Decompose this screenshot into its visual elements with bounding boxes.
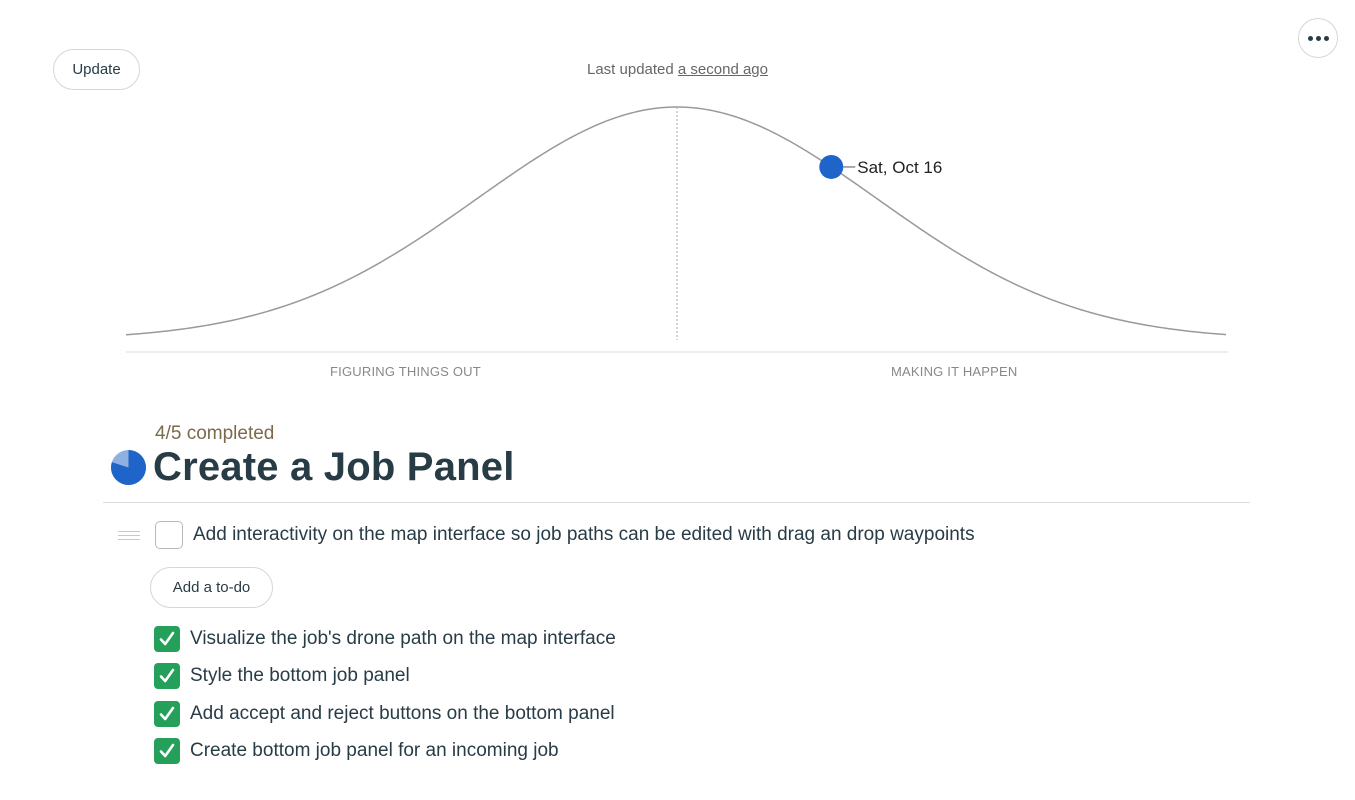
todo-text: Add interactivity on the map interface s… bbox=[193, 524, 975, 545]
completed-todo-text: Create bottom job panel for an incoming … bbox=[190, 740, 559, 761]
todo-checkbox[interactable] bbox=[155, 521, 183, 549]
hill-curve bbox=[125, 106, 1227, 336]
phase-label-left: FIGURING THINGS OUT bbox=[330, 364, 481, 379]
completed-todo-item[interactable]: Visualize the job's drone path on the ma… bbox=[154, 626, 616, 652]
checked-checkbox-icon[interactable] bbox=[154, 626, 180, 652]
completed-todo-text: Style the bottom job panel bbox=[190, 665, 410, 686]
completed-todo-item[interactable]: Style the bottom job panel bbox=[154, 663, 410, 689]
hill-chart: Sat, Oct 16 bbox=[125, 106, 1228, 353]
completed-todo-text: Visualize the job's drone path on the ma… bbox=[190, 628, 616, 649]
phase-label-right: MAKING IT HAPPEN bbox=[891, 364, 1018, 379]
hill-chart-page: Update Last updated a second ago Sat, Oc… bbox=[0, 0, 1355, 800]
hill-point-label: Sat, Oct 16 bbox=[857, 158, 942, 177]
checked-checkbox-icon[interactable] bbox=[154, 701, 180, 727]
completed-todo-item[interactable]: Create bottom job panel for an incoming … bbox=[154, 738, 559, 764]
checked-checkbox-icon[interactable] bbox=[154, 738, 180, 764]
drag-handle-icon[interactable] bbox=[118, 531, 140, 543]
completed-todo-text: Add accept and reject buttons on the bot… bbox=[190, 703, 615, 724]
list-title: Create a Job Panel bbox=[153, 445, 515, 489]
todo-item[interactable]: Add interactivity on the map interface s… bbox=[155, 521, 975, 549]
title-divider bbox=[103, 502, 1250, 503]
progress-text: 4/5 completed bbox=[155, 423, 275, 444]
add-todo-button[interactable]: Add a to-do bbox=[150, 567, 273, 608]
completed-todo-item[interactable]: Add accept and reject buttons on the bot… bbox=[154, 701, 615, 727]
hill-point[interactable] bbox=[819, 154, 844, 179]
checked-checkbox-icon[interactable] bbox=[154, 663, 180, 689]
progress-pie-icon bbox=[111, 450, 147, 485]
